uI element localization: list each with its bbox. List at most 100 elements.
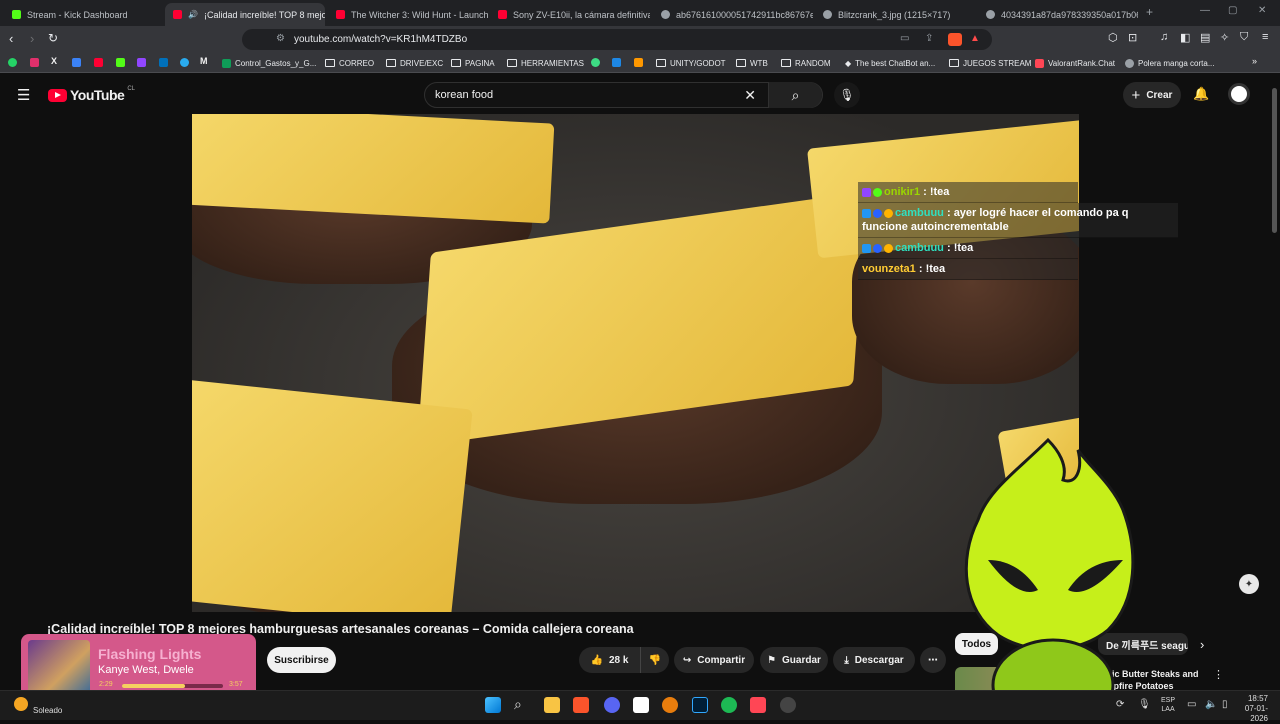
youtube-logo[interactable]: YouTube CL — [48, 86, 135, 103]
bookmark-juegos[interactable]: JUEGOS STREAM — [949, 56, 1031, 70]
bookmark-herramientas[interactable]: HERRAMIENTAS — [507, 56, 584, 70]
whatsapp-icon[interactable] — [8, 58, 17, 67]
search-input[interactable]: korean food — [435, 89, 744, 101]
paw-extension-icon[interactable]: ✦ — [1239, 574, 1259, 594]
extensions-icon[interactable]: ⬡ — [1108, 31, 1118, 44]
maximize-icon[interactable]: ▢ — [1228, 5, 1237, 16]
vpn-icon[interactable]: ⛉ — [1240, 31, 1248, 44]
download-icon: ⤓ — [844, 654, 849, 666]
bookmark-icon[interactable] — [591, 58, 600, 67]
bookmark-polera[interactable]: Polera manga corta... — [1125, 56, 1214, 70]
track-title: Flashing Lights — [98, 646, 202, 662]
photoshop-icon[interactable] — [692, 697, 708, 713]
back-icon[interactable]: ‹ — [9, 31, 13, 46]
cast-icon[interactable]: ▭ — [900, 33, 909, 44]
bookmark-chatbot[interactable]: ◆ The best ChatBot an... — [845, 56, 935, 70]
kick-icon — [12, 10, 21, 19]
bookmark-valorant[interactable]: ValorantRank.Chat — [1035, 56, 1115, 70]
brave-rewards-icon[interactable]: ▲ — [970, 33, 980, 44]
mascot-body — [991, 638, 1115, 690]
obs-icon[interactable] — [780, 697, 796, 713]
share-button[interactable]: ↪ Compartir — [674, 647, 754, 673]
search-icon[interactable]: ⌕ — [514, 696, 522, 713]
discord-icon[interactable] — [604, 697, 620, 713]
gift-badge-icon — [884, 208, 893, 218]
related-menu-icon[interactable]: ⋮ — [1213, 668, 1224, 681]
weather-sun-icon[interactable] — [14, 697, 28, 711]
valorant-icon[interactable] — [750, 697, 766, 713]
avatar[interactable] — [1228, 83, 1250, 105]
voice-search-button[interactable]: 🎙 — [834, 82, 860, 108]
bookmark-pagina[interactable]: PAGINA — [451, 56, 495, 70]
share-icon[interactable]: ⇪ — [925, 33, 933, 44]
bookmark-unity[interactable]: UNITY/GODOT — [656, 56, 726, 70]
site-settings-icon[interactable]: ⚙ — [276, 33, 285, 44]
spotify-icon[interactable] — [721, 697, 737, 713]
volume-icon[interactable]: 🔈 — [1205, 699, 1217, 710]
brave-browser-icon[interactable] — [573, 697, 589, 713]
menu-icon[interactable]: ≡ — [1262, 31, 1268, 43]
tab-youtube-active[interactable]: 🔊¡Calidad increíble! TOP 8 mejores✕ — [165, 3, 325, 26]
track-progress[interactable] — [122, 684, 223, 688]
network-icon[interactable]: ▭ — [1187, 699, 1196, 710]
subscribe-button[interactable]: Suscribirse — [267, 647, 336, 673]
more-bookmarks-icon[interactable]: » — [1252, 56, 1257, 66]
bookmark-icon[interactable] — [612, 58, 621, 67]
sidebar-icon[interactable]: ◧ — [1180, 31, 1190, 44]
wallet-icon[interactable]: ▤ — [1200, 31, 1210, 44]
bookmark-random[interactable]: RANDOM — [781, 56, 831, 70]
tab-image-1[interactable]: ab676161000051742911bc86767e2 — [653, 3, 813, 26]
brave-shields-icon[interactable] — [948, 33, 962, 46]
weather-label[interactable]: Soleado — [33, 706, 62, 715]
kick-icon[interactable] — [116, 58, 125, 67]
tab-sony[interactable]: Sony ZV-E10ii, la cámara definitiva p — [490, 3, 650, 26]
x-icon[interactable]: X — [51, 56, 57, 66]
bookmark-icon[interactable] — [72, 58, 81, 67]
bookmark-control-gastos[interactable]: Control_Gastos_y_G... — [222, 56, 316, 70]
twitch-icon[interactable] — [137, 58, 146, 67]
reload-icon[interactable]: ↻ — [48, 31, 58, 45]
bookmark-wtb[interactable]: WTB — [736, 56, 768, 70]
tab-kick[interactable]: Stream - Kick Dashboard — [4, 3, 164, 26]
bookmark-drive[interactable]: DRIVE/EXC — [386, 56, 443, 70]
forward-icon[interactable]: › — [30, 31, 34, 46]
paypal-icon[interactable] — [159, 58, 168, 67]
address-bar[interactable]: ⚙ youtube.com/watch?v=KR1hM4TDZBo ▭ ⇪ ▲ — [242, 29, 992, 50]
page-scrollbar[interactable] — [1272, 88, 1277, 233]
tab-blitzcrank[interactable]: Blitzcrank_3.jpg (1215×717) — [815, 3, 975, 26]
hamburger-menu-icon[interactable]: ☰ — [17, 86, 30, 104]
notifications-bell-icon[interactable]: 🔔 — [1193, 86, 1209, 102]
close-window-icon[interactable]: ✕ — [1258, 5, 1266, 16]
language-indicator[interactable]: ESP LAA — [1161, 696, 1175, 714]
notion-icon[interactable] — [633, 697, 649, 713]
tab-witcher[interactable]: The Witcher 3: Wild Hunt - Launch C — [328, 3, 488, 26]
instagram-icon[interactable] — [30, 58, 39, 67]
globe-icon — [1125, 58, 1134, 68]
leo-icon[interactable]: ✧ — [1220, 31, 1229, 44]
save-button[interactable]: ⚑ Guardar — [760, 647, 828, 673]
microphone-icon[interactable]: 🎙 — [1138, 699, 1151, 710]
tab-image-2[interactable]: 4034391a87da978339350a017b06f — [978, 3, 1138, 26]
clear-search-icon[interactable]: ✕ — [744, 87, 756, 104]
new-tab-icon[interactable]: + — [1146, 5, 1153, 19]
sync-icon[interactable]: ⟳ — [1116, 699, 1124, 710]
blender-icon[interactable] — [662, 697, 678, 713]
download-button[interactable]: ⤓ Descargar — [833, 647, 915, 673]
create-button[interactable]: + Crear — [1123, 82, 1181, 108]
search-button[interactable]: ⌕ — [768, 82, 822, 108]
minimize-icon[interactable]: — — [1200, 5, 1210, 16]
battery-icon[interactable]: ▯ — [1222, 699, 1228, 710]
bookmark-correo[interactable]: CORREO — [325, 56, 374, 70]
dislike-button[interactable]: 👎 — [640, 647, 669, 673]
bookmark-icon[interactable] — [634, 58, 643, 67]
screenshot-icon[interactable]: ⊡ — [1128, 31, 1137, 44]
more-actions-button[interactable]: ⋯ — [920, 647, 946, 673]
like-button[interactable]: 👍 28 k — [579, 647, 640, 673]
start-menu-icon[interactable] — [485, 697, 501, 713]
gmail-icon[interactable]: M — [200, 56, 208, 66]
media-icon[interactable]: ♫ — [1160, 31, 1168, 43]
youtube-icon[interactable] — [94, 58, 103, 67]
file-explorer-icon[interactable] — [544, 697, 560, 713]
telegram-icon[interactable] — [180, 58, 189, 67]
chevron-right-icon[interactable]: › — [1200, 637, 1204, 652]
